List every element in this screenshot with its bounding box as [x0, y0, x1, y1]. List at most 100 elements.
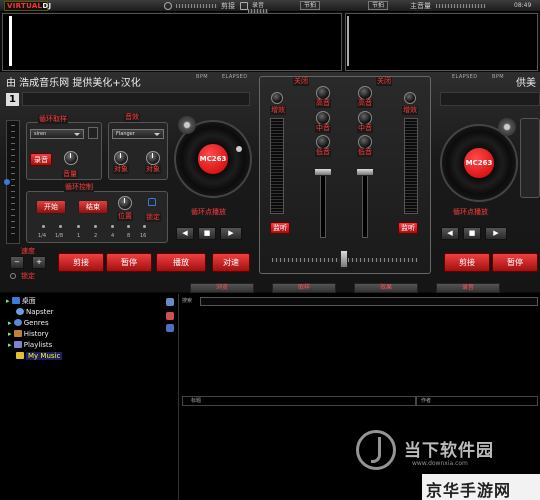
loop-play-prev-button-right[interactable]: ◀	[441, 227, 459, 240]
tree-item-my-music[interactable]: My Music	[6, 351, 166, 362]
low-knob-left[interactable]	[316, 135, 330, 149]
pane-divider[interactable]	[178, 294, 179, 500]
gain-knob-right[interactable]	[404, 92, 416, 104]
effects-label: 音效	[124, 113, 140, 122]
mixer-close-right[interactable]: 关闭	[376, 77, 392, 86]
sync-button-left[interactable]: 节拍	[300, 1, 321, 10]
speed-plus-button[interactable]: +	[32, 256, 46, 269]
sampler-volume-label: 音量	[62, 170, 78, 179]
monitor-button-right[interactable]: 监听	[398, 222, 418, 234]
search-input[interactable]	[200, 297, 538, 306]
crossfader-handle[interactable]	[340, 250, 348, 268]
clock: 08:49	[514, 2, 532, 9]
master-volume-label: 主音量	[410, 2, 431, 10]
tree-label: My Music	[26, 352, 63, 360]
monitor-button-left[interactable]: 监听	[270, 222, 290, 234]
loop-size-label: 16	[140, 233, 147, 239]
low-label-right: 低音	[357, 148, 373, 157]
loop-size-label: 4	[111, 233, 115, 239]
volume-fader-left-handle[interactable]	[314, 168, 332, 176]
loop-play-next-button[interactable]: ▶	[220, 227, 242, 240]
cue-button-left[interactable]: 剪接	[58, 253, 104, 272]
headphones-icon[interactable]	[164, 2, 172, 10]
favorite-folder-icon[interactable]	[166, 312, 174, 320]
playlists-icon	[13, 341, 22, 348]
tree-item-playlists[interactable]: ▸ Playlists	[6, 340, 166, 351]
waveform-right[interactable]	[345, 13, 538, 71]
loop-play-next-button-right[interactable]: ▶	[485, 227, 507, 240]
tab-browser[interactable]: 浏览	[190, 283, 254, 293]
playlist-folder-icon[interactable]	[166, 324, 174, 332]
effect-select[interactable]: Flanger	[112, 129, 164, 139]
lock-bottom-icon[interactable]	[10, 273, 16, 279]
sampler-select[interactable]: siren	[30, 129, 84, 139]
tab-effects[interactable]: 效果	[354, 283, 418, 293]
preview-volume-slider[interactable]	[176, 4, 218, 8]
vu-meter-right	[404, 118, 418, 214]
mid-knob-left[interactable]	[316, 111, 330, 125]
volume-fader-left[interactable]	[320, 168, 326, 238]
watermark-brand: 当下软件园	[404, 441, 494, 461]
loop-dot[interactable]	[127, 225, 130, 228]
sampler-record-button[interactable]: 录音	[30, 153, 52, 166]
high-knob-right[interactable]	[358, 86, 372, 100]
loop-control-label: 循环控制	[64, 183, 94, 192]
bpm-label-left: BPM	[196, 74, 208, 80]
tree-item-genres[interactable]: ▸ Genres	[6, 318, 166, 329]
mid-knob-right[interactable]	[358, 111, 372, 125]
effect-param2-knob[interactable]	[146, 151, 160, 165]
loop-dot[interactable]	[77, 225, 80, 228]
master-volume-slider[interactable]	[436, 4, 486, 8]
pitch-slider-left[interactable]	[4, 120, 20, 244]
column-artist[interactable]: 作者	[416, 396, 538, 406]
tree-item-napster[interactable]: Napster	[6, 307, 166, 318]
watermark-url: www.downxia.com	[412, 460, 468, 467]
volume-fader-right[interactable]	[362, 168, 368, 238]
deck-number-left: 1	[6, 93, 19, 106]
loop-position-knob[interactable]	[118, 196, 132, 210]
tree-item-history[interactable]: ▸ History	[6, 329, 166, 340]
loop-size-label: 1/4	[38, 233, 47, 239]
speed-minus-button[interactable]: −	[10, 256, 24, 269]
low-knob-right[interactable]	[358, 135, 372, 149]
loop-start-button[interactable]: 开始	[36, 200, 66, 214]
loop-dot[interactable]	[94, 225, 97, 228]
tree-item-desktop[interactable]: ▸ 桌面	[6, 296, 166, 307]
lock-bottom-label: 锁定	[21, 272, 35, 280]
loop-dot[interactable]	[59, 225, 62, 228]
loop-dot[interactable]	[111, 225, 114, 228]
cue-button-right[interactable]: 剪接	[444, 253, 490, 272]
disc-label-right: MC263	[464, 148, 494, 178]
tonearm-right	[498, 118, 516, 136]
loop-dot[interactable]	[42, 225, 45, 228]
loop-size-label: 2	[94, 233, 98, 239]
play-button-left[interactable]: 播放	[156, 253, 206, 272]
my-music-icon	[16, 352, 24, 359]
sync-button-right[interactable]: 节拍	[368, 1, 389, 10]
loop-play-stop-button-right[interactable]: ■	[463, 227, 481, 240]
deck-right-title: 供美	[516, 78, 536, 89]
sampler-volume-knob[interactable]	[64, 151, 78, 165]
tab-record[interactable]: 录音	[436, 283, 500, 293]
loop-play-prev-button[interactable]: ◀	[176, 227, 194, 240]
column-title[interactable]: 标题	[182, 396, 416, 406]
sampler-slot[interactable]	[88, 127, 98, 139]
add-folder-icon[interactable]	[166, 298, 174, 306]
record-icon[interactable]	[240, 2, 248, 10]
sync-button-deck-left[interactable]: 对速	[212, 253, 250, 272]
loop-end-button[interactable]: 结束	[78, 200, 108, 214]
mixer-close-left[interactable]: 关闭	[293, 77, 309, 86]
pitch-handle-left[interactable]	[4, 179, 10, 185]
tab-sampler[interactable]: 取样	[272, 283, 336, 293]
gain-knob-left[interactable]	[271, 92, 283, 104]
loop-play-stop-button[interactable]: ■	[198, 227, 216, 240]
pause-button-right[interactable]: 暂停	[492, 253, 538, 272]
pause-button-left[interactable]: 暂停	[106, 253, 152, 272]
tree-label: History	[23, 330, 49, 338]
effect-param1-knob[interactable]	[114, 151, 128, 165]
high-knob-left[interactable]	[316, 86, 330, 100]
loop-dot[interactable]	[143, 225, 146, 228]
lock-icon[interactable]	[148, 198, 156, 206]
waveform-left[interactable]	[2, 13, 342, 71]
volume-fader-right-handle[interactable]	[356, 168, 374, 176]
